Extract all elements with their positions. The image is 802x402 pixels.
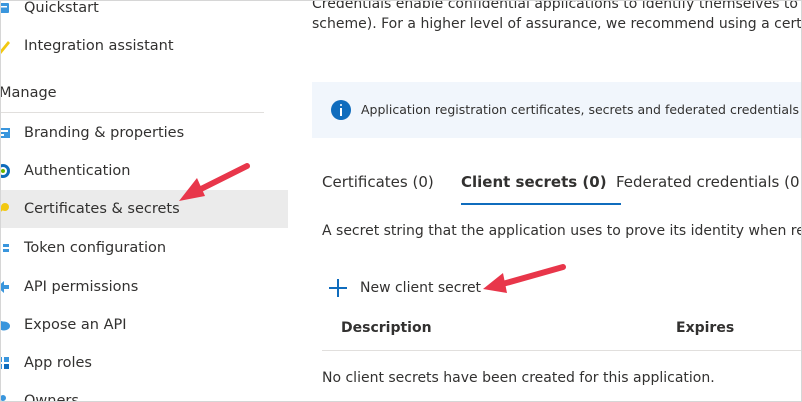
sidebar-nav: Quickstart Integration assistant Manage … bbox=[1, 1, 288, 401]
sidebar-section-manage: Manage bbox=[0, 85, 57, 101]
sidebar-item-app-roles[interactable]: App roles bbox=[1, 344, 288, 382]
column-header-expires[interactable]: Expires bbox=[676, 320, 734, 336]
new-client-secret-label: New client secret bbox=[360, 280, 482, 296]
sidebar-item-integration-assistant[interactable]: Integration assistant bbox=[1, 27, 288, 65]
plus-icon bbox=[328, 278, 348, 298]
table-header-divider bbox=[322, 350, 801, 351]
info-banner: Application registration certificates, s… bbox=[312, 82, 802, 138]
tab-federated-credentials[interactable]: Federated credentials (0 bbox=[616, 173, 800, 203]
key-icon bbox=[1, 201, 11, 217]
sidebar-divider bbox=[1, 112, 264, 113]
rocket-icon bbox=[1, 38, 11, 54]
sidebar-item-owners[interactable]: Owners bbox=[1, 382, 288, 401]
tab-certificates[interactable]: Certificates (0) bbox=[322, 173, 434, 203]
sidebar-item-authentication[interactable]: Authentication bbox=[1, 152, 288, 190]
empty-state-message: No client secrets have been created for … bbox=[322, 370, 715, 386]
active-tab-indicator bbox=[461, 203, 621, 205]
app-frame: Quickstart Integration assistant Manage … bbox=[0, 0, 802, 402]
sidebar-item-api-permissions[interactable]: API permissions bbox=[1, 268, 288, 306]
token-icon bbox=[1, 240, 11, 256]
cloud-icon bbox=[1, 317, 11, 333]
app-roles-icon bbox=[1, 355, 11, 371]
column-header-description[interactable]: Description bbox=[341, 320, 432, 336]
sidebar-item-certificates-secrets[interactable]: Certificates & secrets bbox=[1, 190, 288, 228]
main-content: Credentials enable confidential applicat… bbox=[288, 1, 801, 401]
tab-client-secrets[interactable]: Client secrets (0) bbox=[461, 173, 607, 203]
info-banner-text: Application registration certificates, s… bbox=[361, 102, 802, 117]
sidebar-item-token-configuration[interactable]: Token configuration bbox=[1, 229, 288, 267]
sidebar-item-branding[interactable]: Branding & properties bbox=[1, 114, 288, 152]
api-permissions-icon bbox=[1, 279, 11, 295]
info-icon bbox=[331, 100, 351, 120]
owners-icon bbox=[1, 393, 11, 401]
branding-icon bbox=[1, 125, 11, 141]
quickstart-icon bbox=[1, 1, 11, 16]
new-client-secret-button[interactable]: New client secret bbox=[328, 275, 481, 301]
client-secrets-description: A secret string that the application use… bbox=[322, 223, 802, 239]
sidebar-item-quickstart[interactable]: Quickstart bbox=[1, 1, 288, 27]
sidebar-item-expose-api[interactable]: Expose an API bbox=[1, 306, 288, 344]
intro-line-2: scheme). For a higher level of assurance… bbox=[312, 16, 802, 32]
authentication-icon bbox=[1, 163, 11, 179]
